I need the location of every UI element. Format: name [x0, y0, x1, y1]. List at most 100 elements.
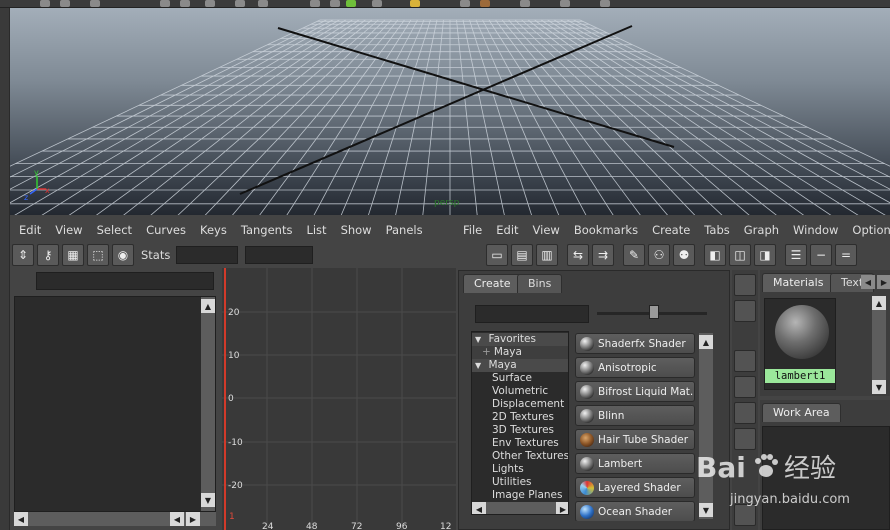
insert-key-icon[interactable]: ⚷	[37, 244, 59, 266]
menu-file[interactable]: File	[456, 223, 489, 237]
graph-editor-canvas[interactable]: 20 10 0 -10 -20 24 48 72 96 12 1	[222, 268, 456, 530]
tab-scroll-left-icon[interactable]: ◀	[861, 275, 875, 289]
tool-icon[interactable]	[330, 0, 340, 7]
scroll-left-icon[interactable]: ◀	[472, 502, 486, 514]
side-panel-icon[interactable]	[734, 376, 756, 398]
menu-panels[interactable]: Panels	[379, 223, 430, 237]
outliner-search-input[interactable]	[36, 272, 214, 290]
tab-scroll-right-icon[interactable]: ▶	[877, 275, 890, 289]
menu-options[interactable]: Options	[845, 223, 890, 237]
menu-view[interactable]: View	[48, 223, 89, 237]
tree-item-utilities[interactable]: Utilities	[472, 476, 568, 489]
expand-icon[interactable]: =	[835, 244, 857, 266]
tool-icon[interactable]	[600, 0, 610, 7]
tool-icon[interactable]	[60, 0, 70, 7]
menu-view[interactable]: View	[526, 223, 567, 237]
tool-icon[interactable]	[258, 0, 268, 7]
layout-single-icon[interactable]: ▭	[486, 244, 508, 266]
tool-icon[interactable]	[40, 0, 50, 7]
tree-item-maya[interactable]: ▼ Maya	[472, 359, 568, 372]
scroll-left-icon[interactable]: ◀	[170, 512, 184, 526]
tool-icon[interactable]	[310, 0, 320, 7]
side-panel-icon[interactable]	[734, 300, 756, 322]
tree-item-image-planes[interactable]: Image Planes	[472, 489, 568, 502]
tool-icon[interactable]	[235, 0, 245, 7]
tool-icon[interactable]	[480, 0, 490, 7]
tab-work-area[interactable]: Work Area	[762, 403, 841, 422]
shader-button[interactable]: Blinn	[575, 405, 695, 426]
tool-icon[interactable]	[410, 0, 420, 7]
stats-value-field[interactable]	[245, 246, 314, 264]
swatch-left-icon[interactable]: ◧	[704, 244, 726, 266]
slider-handle[interactable]	[649, 305, 659, 319]
network-icon[interactable]: ⚇	[648, 244, 670, 266]
menu-list[interactable]: List	[299, 223, 333, 237]
tree-item-displacement[interactable]: Displacement	[472, 398, 568, 411]
shader-button[interactable]: Anisotropic	[575, 357, 695, 378]
side-panel-icon[interactable]	[734, 402, 756, 424]
tab-create[interactable]: Create	[463, 274, 522, 293]
network-add-icon[interactable]: ⚉	[673, 244, 695, 266]
create-search-input[interactable]	[475, 305, 589, 323]
scroll-down-icon[interactable]: ▼	[201, 493, 215, 507]
menu-curves[interactable]: Curves	[139, 223, 193, 237]
erase-icon[interactable]: ✎	[623, 244, 645, 266]
graph-input-output-icon[interactable]: ⇆	[567, 244, 589, 266]
side-panel-icon[interactable]	[734, 350, 756, 372]
shader-button[interactable]: Hair Tube Shader	[575, 429, 695, 450]
outliner-hscrollbar[interactable]: ◀ ◀ ▶	[14, 512, 216, 526]
menu-graph[interactable]: Graph	[737, 223, 786, 237]
tree-item-favorites[interactable]: ▼ Favorites	[472, 333, 568, 346]
tree-item-3d-textures[interactable]: 3D Textures	[472, 424, 568, 437]
swatch-both-icon[interactable]: ◫	[729, 244, 751, 266]
material-swatch[interactable]: lambert1	[764, 298, 836, 390]
retime-icon[interactable]: ◉	[112, 244, 134, 266]
tree-item-2d-textures[interactable]: 2D Textures	[472, 411, 568, 424]
layout-split-icon[interactable]: ▥	[536, 244, 558, 266]
tool-icon[interactable]	[160, 0, 170, 7]
shader-button[interactable]: Shaderfx Shader	[575, 333, 695, 354]
layout-horizontal-icon[interactable]: ▤	[511, 244, 533, 266]
scroll-up-icon[interactable]: ▲	[201, 299, 215, 313]
move-key-icon[interactable]: ⇕	[12, 244, 34, 266]
graph-output-icon[interactable]: ⇉	[592, 244, 614, 266]
menu-select[interactable]: Select	[90, 223, 139, 237]
menu-show[interactable]: Show	[334, 223, 379, 237]
menu-tangents[interactable]: Tangents	[234, 223, 300, 237]
tool-icon[interactable]	[180, 0, 190, 7]
shader-button[interactable]: Layered Shader	[575, 477, 695, 498]
shader-button[interactable]: Ocean Shader	[575, 501, 695, 521]
collapse-icon[interactable]: −	[810, 244, 832, 266]
tab-materials[interactable]: Materials	[762, 273, 835, 292]
scroll-up-icon[interactable]: ▲	[872, 296, 886, 310]
tool-icon[interactable]	[90, 0, 100, 7]
menu-tabs[interactable]: Tabs	[697, 223, 736, 237]
shader-button[interactable]: Lambert	[575, 453, 695, 474]
tree-item-other-textures[interactable]: Other Textures	[472, 450, 568, 463]
scroll-up-icon[interactable]: ▲	[699, 335, 713, 349]
tool-icon[interactable]	[560, 0, 570, 7]
lattice-icon[interactable]: ▦	[62, 244, 84, 266]
region-select-icon[interactable]: ⬚	[87, 244, 109, 266]
scroll-right-icon[interactable]: ▶	[186, 512, 200, 526]
outliner-scrollbar[interactable]	[201, 297, 215, 511]
tab-bins[interactable]: Bins	[517, 274, 563, 293]
perspective-viewport[interactable]: y x z persp	[10, 8, 890, 215]
swatch-right-icon[interactable]: ◨	[754, 244, 776, 266]
tool-icon[interactable]	[372, 0, 382, 7]
scroll-left-icon[interactable]: ◀	[14, 512, 28, 526]
tool-icon[interactable]	[460, 0, 470, 7]
tool-icon[interactable]	[205, 0, 215, 7]
scroll-down-icon[interactable]: ▼	[872, 380, 886, 394]
tree-item-volumetric[interactable]: Volumetric	[472, 385, 568, 398]
menu-edit[interactable]: Edit	[12, 223, 48, 237]
menu-window[interactable]: Window	[786, 223, 845, 237]
side-panel-icon[interactable]	[734, 274, 756, 296]
tree-hscrollbar[interactable]: ◀ ▶	[472, 502, 568, 514]
node-category-tree[interactable]: ▼ Favorites + Maya ▼ Maya Surface Volumet…	[471, 331, 569, 515]
menu-keys[interactable]: Keys	[193, 223, 234, 237]
menu-create[interactable]: Create	[645, 223, 697, 237]
tree-item-surface[interactable]: Surface	[472, 372, 568, 385]
tree-item-env-textures[interactable]: Env Textures	[472, 437, 568, 450]
tree-item-maya-favorite[interactable]: + Maya	[472, 346, 568, 359]
